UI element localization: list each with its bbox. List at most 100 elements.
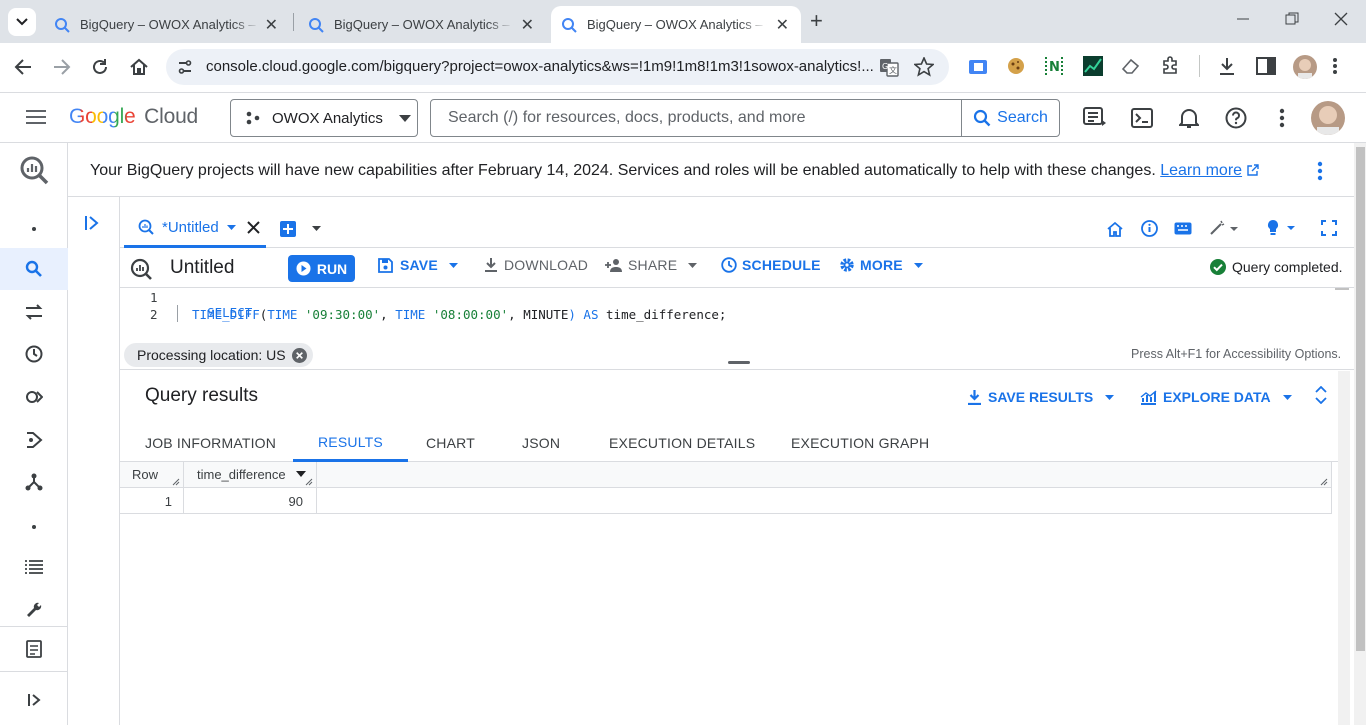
release-notes-icon[interactable] — [1083, 107, 1107, 129]
learn-more-link[interactable]: Learn more — [1160, 162, 1242, 179]
magic-wand-icon[interactable] — [1209, 220, 1239, 236]
more-button[interactable]: MORE — [839, 257, 923, 273]
expand-collapse-icon[interactable] — [1315, 386, 1327, 404]
restore-icon[interactable] — [1285, 12, 1299, 26]
close-window-icon[interactable] — [1334, 12, 1348, 26]
column-resize-icon[interactable] — [305, 478, 313, 486]
expand-explorer-icon[interactable] — [84, 215, 100, 231]
results-scrollbar[interactable] — [1338, 371, 1350, 725]
bigquery-logo-icon[interactable] — [0, 143, 68, 197]
notifications-bell-icon[interactable] — [1179, 107, 1199, 129]
tab-results[interactable]: RESULTS — [293, 424, 408, 462]
nav-analytics-hub[interactable] — [0, 376, 68, 418]
fullscreen-icon[interactable] — [1321, 220, 1337, 236]
page-scrollbar[interactable] — [1354, 143, 1366, 725]
tab-json[interactable]: JSON — [522, 424, 560, 462]
extension-n-icon[interactable]: N — [1044, 56, 1064, 76]
save-results-button[interactable]: SAVE RESULTS — [967, 389, 1115, 405]
tab-chart[interactable]: CHART — [426, 424, 475, 462]
extension-reader-icon[interactable] — [968, 58, 988, 76]
home-icon[interactable] — [129, 57, 149, 77]
expand-nav-button[interactable] — [0, 679, 68, 721]
nav-job-history[interactable] — [0, 546, 68, 588]
lightbulb-icon[interactable] — [1266, 219, 1298, 237]
search-button[interactable]: Search — [961, 100, 1059, 136]
query-title[interactable]: Untitled — [170, 257, 234, 279]
explore-data-button[interactable]: EXPLORE DATA — [1140, 389, 1292, 405]
close-tab-icon[interactable]: ✕ — [521, 15, 534, 35]
nav-release-notes[interactable] — [0, 628, 68, 670]
tab-untitled-query[interactable]: *Untitled — [124, 209, 266, 248]
info-icon[interactable] — [1141, 220, 1158, 237]
column-resize-icon[interactable] — [172, 478, 180, 486]
back-icon[interactable] — [14, 58, 32, 76]
new-query-dropdown-icon[interactable] — [312, 226, 321, 231]
nav-partner-center[interactable] — [0, 461, 68, 503]
banner-more-icon[interactable] — [1317, 161, 1323, 181]
nav-data-transfers[interactable] — [0, 291, 68, 333]
close-tab-icon[interactable] — [246, 220, 260, 234]
extensions-puzzle-icon[interactable] — [1160, 56, 1180, 76]
resize-handle[interactable] — [728, 361, 750, 364]
address-bar[interactable]: console.cloud.google.com/bigquery?projec… — [166, 49, 949, 85]
browser-menu-icon[interactable] — [1332, 57, 1338, 75]
project-selector[interactable]: OWOX Analytics — [230, 99, 418, 137]
nav-dataform[interactable] — [0, 419, 68, 461]
extension-cookie-icon[interactable] — [1006, 56, 1026, 76]
translate-icon[interactable]: G文 — [879, 57, 899, 77]
close-tab-icon[interactable]: ✕ — [265, 15, 278, 35]
browser-tab[interactable]: BigQuery – OWOX Analytics – G ✕ — [298, 6, 546, 43]
search-input[interactable] — [431, 100, 961, 136]
bigquery-favicon-icon — [562, 17, 577, 33]
column-header-time-difference[interactable]: time_difference — [197, 467, 286, 482]
share-button[interactable]: SHARE — [605, 257, 698, 273]
google-cloud-logo[interactable]: Google Cloud — [69, 105, 198, 129]
search-box[interactable]: Search — [430, 99, 1060, 137]
side-panel-icon[interactable] — [1256, 57, 1276, 75]
page-scrollbar-thumb[interactable] — [1356, 147, 1365, 651]
nav-sql-workspace[interactable] — [0, 248, 68, 290]
new-query-button[interactable] — [280, 221, 296, 237]
logo-google: Google — [69, 105, 136, 128]
tab-execution-graph[interactable]: EXECUTION GRAPH — [791, 424, 929, 462]
browser-tab[interactable]: BigQuery – OWOX Analytics – G ✕ — [44, 6, 290, 43]
column-menu-icon[interactable] — [296, 471, 306, 477]
main-menu-icon[interactable] — [26, 109, 46, 125]
reload-icon[interactable] — [91, 58, 109, 76]
caret-down-icon[interactable] — [226, 224, 236, 230]
home-icon[interactable] — [1107, 221, 1123, 237]
download-icon[interactable] — [1217, 56, 1237, 76]
results-tabs: JOB INFORMATION RESULTS CHART JSON EXECU… — [120, 424, 1338, 462]
tab-execution-details[interactable]: EXECUTION DETAILS — [609, 424, 755, 462]
tab-job-information[interactable]: JOB INFORMATION — [145, 424, 276, 462]
forward-icon[interactable] — [53, 58, 71, 76]
function-token: TIME_DIFF — [192, 307, 260, 322]
column-resize-icon[interactable] — [1320, 478, 1328, 486]
run-button[interactable]: RUN — [288, 255, 355, 282]
nav-admin[interactable] — [0, 589, 68, 631]
processing-location-chip[interactable]: Processing location: US — [124, 343, 313, 367]
close-tab-icon[interactable]: ✕ — [776, 15, 789, 35]
profile-avatar[interactable] — [1293, 55, 1317, 79]
extension-chart-icon[interactable] — [1083, 56, 1103, 76]
nav-scheduled-queries[interactable] — [0, 333, 68, 375]
extension-eraser-icon[interactable] — [1121, 57, 1141, 75]
schedule-button[interactable]: SCHEDULE — [721, 257, 821, 273]
site-info-icon[interactable] — [177, 59, 193, 75]
minimize-icon[interactable] — [1236, 12, 1250, 26]
editor-scrollbar[interactable] — [1335, 288, 1349, 340]
help-icon[interactable] — [1225, 107, 1247, 129]
download-button[interactable]: DOWNLOAD — [483, 257, 588, 273]
cloud-shell-icon[interactable] — [1131, 108, 1153, 128]
browser-tab-active[interactable]: BigQuery – OWOX Analytics – G ✕ — [551, 6, 801, 43]
new-tab-button[interactable]: + — [810, 8, 823, 34]
nav-dot-icon — [0, 208, 68, 250]
sql-editor[interactable]: 1 2 SELECT TIME_DIFF(TIME '09:30:00', TI… — [120, 288, 1349, 340]
cancel-icon[interactable] — [291, 347, 307, 363]
settings-more-icon[interactable] — [1279, 108, 1285, 128]
bookmark-star-icon[interactable] — [914, 57, 934, 77]
tab-search-button[interactable] — [8, 8, 36, 36]
account-avatar[interactable] — [1311, 101, 1345, 135]
keyboard-icon[interactable] — [1174, 222, 1192, 235]
save-button[interactable]: SAVE — [378, 257, 458, 273]
